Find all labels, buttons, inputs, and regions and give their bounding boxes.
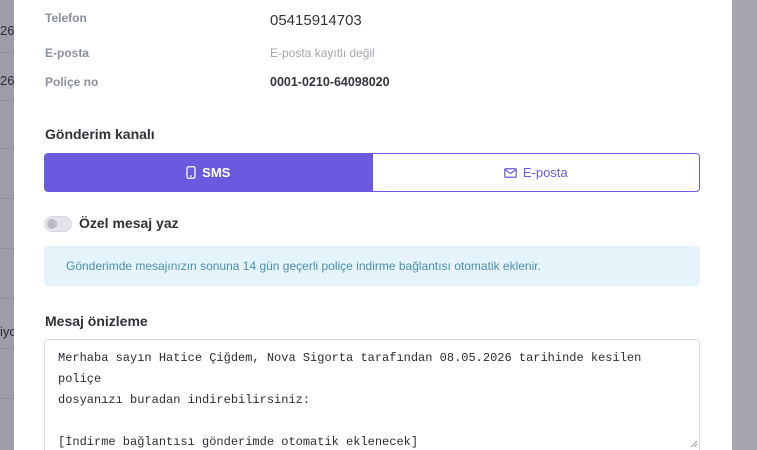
email-channel-label: E-posta [522, 165, 568, 180]
background-divider [0, 52, 14, 53]
preview-title: Mesaj önizleme [45, 313, 148, 329]
email-label: E-posta [45, 46, 90, 60]
notice-text: Gönderimde mesajınızın sonuna 14 gün geç… [66, 259, 541, 273]
mail-icon [503, 167, 517, 178]
background-divider [0, 348, 14, 349]
phone-label: Telefon [45, 11, 87, 25]
toggle-knob [47, 219, 57, 229]
email-value: E-posta kayıtlı değil [270, 46, 375, 60]
custom-message-toggle[interactable] [44, 216, 72, 232]
background-divider [0, 148, 14, 149]
background-scroll-area [732, 0, 757, 450]
channel-title: Gönderim kanalı [45, 126, 155, 142]
background-divider [0, 198, 14, 199]
policy-number-value: 0001-0210-64098020 [270, 75, 390, 89]
background-divider [0, 398, 14, 399]
background-divider [0, 298, 14, 299]
info-notice: Gönderimde mesajınızın sonuna 14 gün geç… [44, 246, 700, 286]
sms-channel-label: SMS [202, 165, 231, 180]
phone-value: 05415914703 [270, 12, 362, 29]
custom-message-label: Özel mesaj yaz [79, 215, 179, 231]
background-divider [0, 100, 14, 101]
sms-channel-button[interactable]: SMS [45, 154, 372, 191]
policy-number-label: Poliçe no [45, 75, 99, 89]
background-fragment: 26 [0, 73, 15, 88]
resize-handle-icon[interactable] [690, 440, 698, 448]
email-channel-button[interactable]: E-posta [371, 154, 699, 191]
channel-segmented-control: SMS E-posta [44, 153, 700, 192]
background-divider [0, 248, 14, 249]
message-preview-textarea[interactable]: Merhaba sayın Hatice Çiğdem, Nova Sigort… [44, 339, 700, 450]
phone-icon [186, 166, 196, 179]
background-fragment: 26 [0, 23, 15, 38]
